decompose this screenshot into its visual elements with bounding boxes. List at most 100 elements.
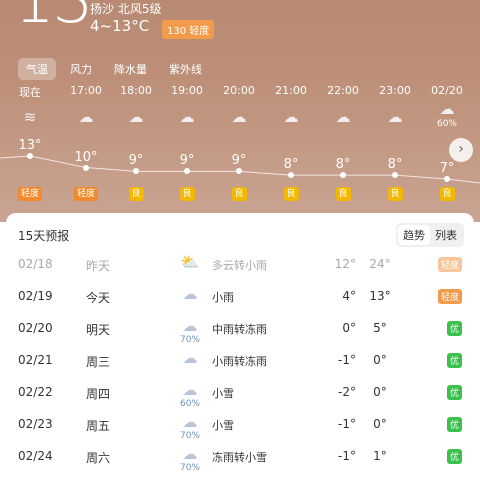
- hour-temperature: 9°: [231, 153, 247, 169]
- forecast-aqi-badge: 轻度: [437, 289, 462, 304]
- forecast-high: 5°: [373, 321, 387, 335]
- forecast-date: 02/19: [18, 289, 53, 303]
- view-toggle: 趋势 列表: [396, 223, 464, 247]
- weather-header: 13° 扬沙 北风5级 4~13°C 130 轻度 气温 风力 降水量 紫外线 …: [0, 0, 480, 222]
- forecast-condition: 中雨转冻雨: [212, 323, 267, 336]
- hour-aqi-badge: 良: [387, 187, 403, 201]
- forecast-low: 4°: [342, 289, 356, 303]
- hour-aqi-badge: 良: [128, 187, 144, 201]
- forecast-low: 12°: [334, 257, 356, 271]
- cloud-icon: ☁: [335, 108, 351, 126]
- hour-aqi-badge: 轻度: [18, 187, 43, 201]
- forecast-aqi-badge: 优: [446, 417, 462, 432]
- forecast-row[interactable]: 02/20 明天 ☁ 70% 中雨转冻雨 0° 5° 优: [6, 317, 474, 353]
- forecast-condition: 小雨转冻雨: [212, 355, 267, 368]
- forecast-high: 24°: [369, 257, 391, 271]
- view-trend-button[interactable]: 趋势: [398, 225, 430, 245]
- forecast-weekday: 周四: [86, 387, 111, 401]
- hour-time: 21:00: [275, 84, 307, 97]
- forecast-high: 0°: [373, 417, 387, 431]
- hour-temperature: 8°: [335, 157, 351, 173]
- forecast-weekday: 今天: [86, 291, 111, 305]
- sand-dust-icon: ≋: [23, 108, 37, 126]
- forecast-condition: 小雪: [212, 387, 234, 400]
- rain-cloud-icon: ☁: [182, 349, 198, 367]
- hour-temperature: 7°: [439, 161, 455, 176]
- forecast-high: 1°: [373, 449, 387, 463]
- scroll-right-button[interactable]: ›: [449, 138, 473, 162]
- hour-time: 02/20: [431, 84, 463, 97]
- cloud-icon: ☁: [179, 108, 195, 126]
- hour-time: 现在: [19, 86, 41, 99]
- hour-temp-dot: [184, 168, 190, 175]
- hour-aqi-badge: 良: [283, 187, 299, 201]
- hour-temperature: 9°: [179, 153, 195, 169]
- hour-temperature: 9°: [128, 153, 144, 169]
- cloud-icon: ☁: [387, 108, 403, 126]
- forecast-condition: 多云转小雨: [212, 259, 267, 272]
- hour-aqi-badge: 良: [231, 187, 247, 201]
- forecast-condition: 冻雨转小雪: [212, 451, 267, 464]
- forecast-high: 0°: [373, 353, 387, 367]
- hour-precip-chance: 60%: [436, 119, 457, 129]
- forecast-aqi-badge: 优: [446, 353, 462, 368]
- forecast-low: -1°: [338, 417, 356, 431]
- forecast-title: 15天预报: [18, 229, 70, 243]
- cloud-icon: ☁: [78, 108, 94, 126]
- forecast-high: 0°: [373, 385, 387, 399]
- snow-cloud-icon: ☁: [182, 381, 198, 399]
- forecast-condition: 小雨: [212, 291, 234, 304]
- forecast-date: 02/21: [18, 353, 53, 367]
- forecast-date: 02/20: [18, 321, 53, 335]
- hour-temperature: 10°: [74, 149, 98, 165]
- forecast-precip-chance: 60%: [179, 399, 200, 409]
- forecast-low: -2°: [338, 385, 356, 399]
- forecast-precip-chance: 70%: [179, 463, 200, 473]
- forecast-row[interactable]: 02/22 周四 ☁ 60% 小雪 -2° 0° 优: [6, 381, 474, 417]
- hour-temp-dot: [83, 164, 89, 171]
- forecast-weekday: 周六: [86, 451, 111, 465]
- forecast-panel: 15天预报 趋势 列表 02/18 昨天 ⛅ 多云转小雨 12° 24° 轻度 02/19 今天…: [6, 213, 474, 480]
- snow-cloud-icon: ☁: [182, 413, 198, 431]
- forecast-weekday: 周三: [86, 355, 111, 369]
- hour-temperature: 8°: [387, 157, 403, 173]
- forecast-weekday: 周五: [86, 419, 111, 433]
- rain-snow-cloud-icon: ☁: [182, 445, 198, 463]
- hour-time: 17:00: [70, 84, 102, 97]
- forecast-low: -1°: [338, 353, 356, 367]
- partly-cloudy-rain-icon: ⛅: [180, 253, 200, 271]
- forecast-precip-chance: 70%: [179, 431, 200, 441]
- forecast-date: 02/22: [18, 385, 53, 399]
- forecast-weekday: 昨天: [86, 259, 111, 273]
- forecast-row[interactable]: 02/21 周三 ☁ 小雨转冻雨 -1° 0° 优: [6, 349, 474, 385]
- view-list-button[interactable]: 列表: [430, 225, 462, 245]
- forecast-row[interactable]: 02/23 周五 ☁ 70% 小雪 -1° 0° 优: [6, 413, 474, 449]
- hour-time: 20:00: [223, 84, 255, 97]
- forecast-low: -1°: [338, 449, 356, 463]
- hour-time: 18:00: [120, 84, 152, 97]
- hour-aqi-badge: 轻度: [74, 187, 99, 201]
- cloud-icon: ☁: [231, 108, 247, 126]
- forecast-row[interactable]: 02/24 周六 ☁ 70% 冻雨转小雪 -1° 1° 优: [6, 445, 474, 480]
- forecast-date: 02/23: [18, 417, 53, 431]
- hour-aqi-badge: 良: [439, 187, 455, 201]
- forecast-precip-chance: 70%: [179, 335, 200, 345]
- hour-time: 22:00: [327, 84, 359, 97]
- hour-temp-dot: [444, 176, 450, 182]
- forecast-aqi-badge: 优: [446, 385, 462, 400]
- forecast-row[interactable]: 02/19 今天 ☁ 小雨 4° 13° 轻度: [6, 285, 474, 321]
- hourly-forecast[interactable]: 现在 ≋ 13° 轻度 17:00 ☁ 10° 轻度 18:00 ☁ 9° 良 19:00 ☁ 9° 良 20:…: [0, 0, 480, 222]
- hour-temp-dot: [27, 153, 33, 159]
- forecast-aqi-badge: 优: [446, 321, 462, 336]
- forecast-high: 13°: [369, 289, 391, 303]
- forecast-date: 02/18: [18, 257, 53, 271]
- forecast-row[interactable]: 02/18 昨天 ⛅ 多云转小雨 12° 24° 轻度: [6, 253, 474, 289]
- rain-cloud-icon: ☁: [439, 100, 455, 118]
- hour-time: 23:00: [379, 84, 411, 97]
- hour-temp-dot: [392, 172, 398, 179]
- hour-temp-dot: [288, 172, 294, 179]
- cloud-icon: ☁: [128, 108, 144, 126]
- rain-cloud-icon: ☁: [182, 285, 198, 303]
- forecast-condition: 小雪: [212, 419, 234, 432]
- forecast-low: 0°: [342, 321, 356, 335]
